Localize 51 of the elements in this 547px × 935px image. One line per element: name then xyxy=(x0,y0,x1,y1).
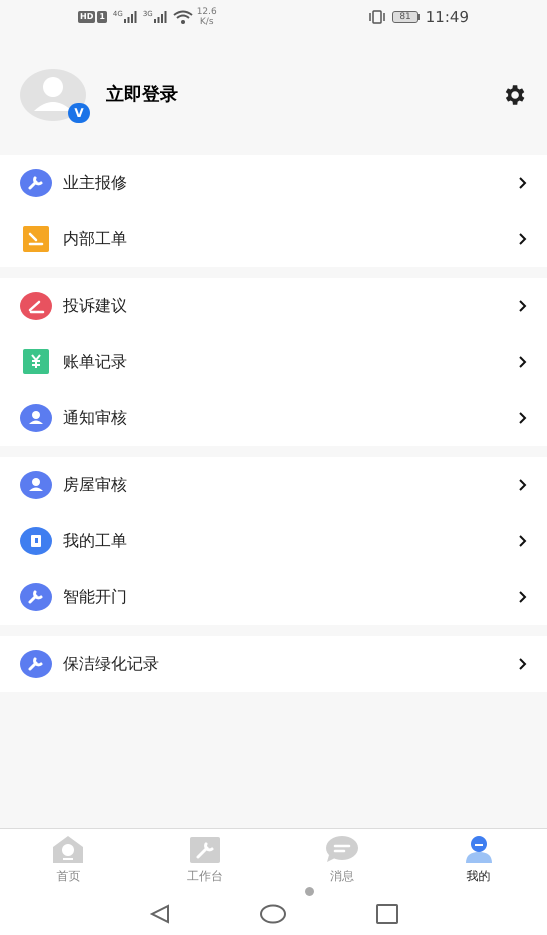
sim-indicator: 1 xyxy=(97,11,107,23)
verified-badge: V xyxy=(68,102,90,122)
chevron-icon xyxy=(518,411,527,425)
signal-icon xyxy=(152,11,167,23)
home-icon xyxy=(51,835,86,863)
back-icon[interactable] xyxy=(150,904,170,924)
speed-value: 12.6 xyxy=(196,7,217,17)
recents-icon[interactable] xyxy=(376,904,398,924)
chat-icon xyxy=(324,835,359,863)
wrench-icon xyxy=(189,835,222,863)
login-link[interactable]: 立即登录 xyxy=(106,81,178,108)
wrench-icon xyxy=(20,582,52,612)
chevron-icon xyxy=(518,590,527,604)
battery-indicator: 81 xyxy=(392,11,418,23)
menu-item[interactable]: 业主报修 xyxy=(0,155,547,211)
vibrate-icon xyxy=(368,10,386,24)
tab[interactable]: 我的 xyxy=(410,829,547,892)
menu-item[interactable]: 账单记录 xyxy=(0,334,547,390)
bill-icon xyxy=(20,347,52,377)
menu-item[interactable]: 通知审核 xyxy=(0,390,547,446)
user-icon xyxy=(464,835,493,863)
chevron-icon xyxy=(518,355,527,369)
book-icon xyxy=(20,526,52,556)
hd-indicator: HD xyxy=(78,11,96,23)
wrench-icon xyxy=(20,168,52,198)
wifi-icon xyxy=(172,10,193,24)
signal-icon xyxy=(122,11,137,23)
person-icon xyxy=(20,470,52,500)
menu-item[interactable]: 保洁绿化记录 xyxy=(0,636,547,692)
chevron-icon xyxy=(518,232,527,246)
tab[interactable]: 工作台 xyxy=(136,829,274,892)
menu-item[interactable]: 智能开门 xyxy=(0,569,547,625)
menu-item[interactable]: 内部工单 xyxy=(0,211,547,267)
speed-unit: K/s xyxy=(200,17,214,27)
tab[interactable]: 消息 xyxy=(274,829,410,892)
menu-item[interactable]: 房屋审核 xyxy=(0,457,547,513)
tab[interactable]: 首页 xyxy=(0,829,137,892)
chevron-icon xyxy=(518,657,527,671)
pen-icon xyxy=(20,291,52,321)
clock: 11:49 xyxy=(426,6,469,28)
chevron-icon xyxy=(518,299,527,313)
menu-item[interactable]: 我的工单 xyxy=(0,513,547,569)
wrench-icon xyxy=(20,649,52,679)
chevron-icon xyxy=(518,534,527,548)
menu-item[interactable]: 投诉建议 xyxy=(0,278,547,334)
person-icon xyxy=(20,403,52,433)
avatar-icon xyxy=(20,68,86,120)
chevron-icon xyxy=(518,478,527,492)
ticket-icon xyxy=(20,224,52,254)
home-icon[interactable] xyxy=(260,904,286,924)
chevron-icon xyxy=(518,176,527,190)
